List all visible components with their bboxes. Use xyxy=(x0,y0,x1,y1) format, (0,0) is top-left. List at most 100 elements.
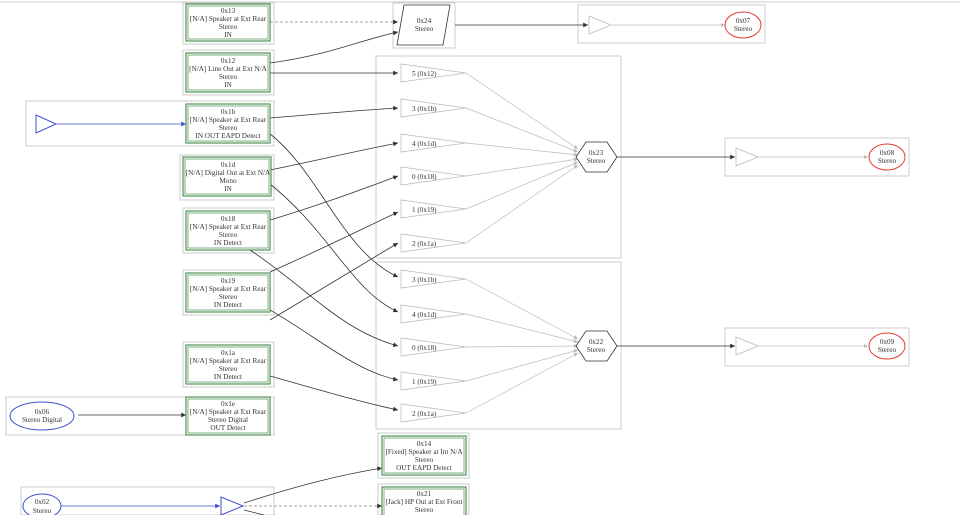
mixer-input-top-0: 5 (0x12) xyxy=(400,63,467,83)
mixer-input-label: 0 (0x18) xyxy=(412,173,437,181)
node-line: IN Detect xyxy=(214,373,242,381)
mixer-input-top-3: 0 (0x18) xyxy=(400,166,467,186)
node-line: Stereo Digital xyxy=(22,416,62,424)
mixer-input-label: 4 (0x1d) xyxy=(412,311,437,319)
amp-triangle-0x08 xyxy=(735,147,760,167)
node-id: 0x1e xyxy=(221,400,235,408)
node-line: Stereo xyxy=(415,456,434,464)
node-id: 0x12 xyxy=(221,57,236,65)
node-id: 0x18 xyxy=(221,215,236,223)
node-id: 0x22 xyxy=(589,338,604,346)
node-line: IN OUT EAPD Detect xyxy=(195,132,260,140)
node-0x06[interactable]: 0x06 Stereo Digital xyxy=(9,401,75,431)
node-line: [N/A] Speaker at Ext Rear xyxy=(190,15,267,23)
amp-triangle-0x09 xyxy=(735,336,760,356)
mixer-input-label: 2 (0x1a) xyxy=(412,240,437,248)
node-line: [N/A] Line Out at Ext N/A xyxy=(189,65,267,73)
node-id: 0x21 xyxy=(417,490,432,498)
mixer-input-bottom-4: 2 (0x1a) xyxy=(400,403,467,423)
node-id: 0x08 xyxy=(880,149,895,157)
mixer-input-bottom-2: 0 (0x18) xyxy=(400,337,467,357)
node-line: Stereo xyxy=(415,25,434,33)
node-line: Stereo xyxy=(878,346,897,354)
node-line: Stereo xyxy=(33,507,52,515)
node-0x19[interactable]: 0x19 [N/A] Speaker at Ext Rear Stereo IN… xyxy=(185,272,271,313)
node-0x1d[interactable]: 0x1d [N/A] Digital Out at Ext N/A Mono I… xyxy=(182,156,272,197)
node-id: 0x13 xyxy=(221,7,236,15)
node-line: IN xyxy=(224,185,232,193)
mixer-input-bottom-1: 4 (0x1d) xyxy=(400,304,467,324)
node-id: 0x19 xyxy=(221,277,236,285)
mixer-input-label: 4 (0x1d) xyxy=(412,140,437,148)
node-line: Stereo xyxy=(878,157,897,165)
mixer-input-label: 1 (0x19) xyxy=(412,378,437,386)
node-line: Stereo xyxy=(219,231,238,239)
node-id: 0x23 xyxy=(589,149,604,157)
node-line: [N/A] Speaker at Ext Rear xyxy=(190,408,267,416)
node-0x1e[interactable]: 0x1e [N/A] Speaker at Ext Rear Stereo Di… xyxy=(185,396,271,436)
mixer-input-top-2: 4 (0x1d) xyxy=(400,133,467,153)
mixer-input-bottom-3: 1 (0x19) xyxy=(400,371,467,391)
node-line: IN xyxy=(224,31,232,39)
node-id: 0x24 xyxy=(417,17,432,25)
mixer-input-bottom-0: 3 (0x1b) xyxy=(400,269,467,289)
node-line: Stereo xyxy=(219,365,238,373)
node-0x22[interactable]: 0x22 Stereo xyxy=(575,330,618,362)
node-0x1b[interactable]: 0x1b [N/A] Speaker at Ext Rear Stereo IN… xyxy=(185,103,271,144)
node-line: Mono xyxy=(219,177,237,185)
node-line: Stereo xyxy=(219,124,238,132)
node-0x23[interactable]: 0x23 Stereo xyxy=(575,141,618,173)
node-line: Stereo xyxy=(734,25,753,33)
mixer-input-label: 5 (0x12) xyxy=(412,70,437,78)
node-line: OUT Detect xyxy=(210,424,245,432)
mixer-input-label: 2 (0x1a) xyxy=(412,410,437,418)
node-0x21[interactable]: 0x21 [Jack] HP Out at Ext Front Stereo xyxy=(381,486,467,515)
node-line: Stereo xyxy=(219,73,238,81)
node-id: 0x14 xyxy=(417,440,432,448)
node-id: 0x1b xyxy=(221,108,236,116)
amp-triangle-blue-0x1b xyxy=(35,114,58,134)
node-id: 0x06 xyxy=(35,408,50,416)
node-line: Stereo xyxy=(219,293,238,301)
node-id: 0x07 xyxy=(736,17,751,25)
node-0x07[interactable]: 0x07 Stereo xyxy=(724,11,762,39)
node-0x24[interactable]: 0x24 Stereo xyxy=(396,4,451,46)
node-0x08[interactable]: 0x08 Stereo xyxy=(868,143,906,171)
mixer-input-top-4: 1 (0x19) xyxy=(400,199,467,219)
node-0x18[interactable]: 0x18 [N/A] Speaker at Ext Rear Stereo IN… xyxy=(185,210,271,251)
node-line: IN Detect xyxy=(214,239,242,247)
node-line: [N/A] Speaker at Ext Rear xyxy=(190,116,267,124)
mixer-input-top-1: 3 (0x1b) xyxy=(400,98,467,118)
node-line: [N/A] Digital Out at Ext N/A xyxy=(186,169,271,177)
mixer-input-label: 3 (0x1b) xyxy=(412,105,437,113)
node-0x02[interactable]: 0x02 Stereo xyxy=(22,493,62,515)
node-0x13[interactable]: 0x13 [N/A] Speaker at Ext Rear Stereo IN xyxy=(185,3,271,42)
mixer-input-label: 1 (0x19) xyxy=(412,206,437,214)
node-line: IN Detect xyxy=(214,301,242,309)
node-line: [Jack] HP Out at Ext Front xyxy=(386,498,463,506)
node-line: Stereo Digital xyxy=(208,416,248,424)
node-line: [Fixed] Speaker at Int N/A xyxy=(385,448,463,456)
node-0x09[interactable]: 0x09 Stereo xyxy=(868,332,906,360)
node-line: Stereo xyxy=(415,506,434,514)
amp-triangle-top xyxy=(588,15,613,35)
node-0x1a[interactable]: 0x1a [N/A] Speaker at Ext Rear Stereo IN… xyxy=(185,344,271,385)
node-id: 0x09 xyxy=(880,338,895,346)
node-line: OUT EAPD Detect xyxy=(396,464,452,472)
amp-triangle-blue-0x02 xyxy=(220,496,245,515)
node-0x12[interactable]: 0x12 [N/A] Line Out at Ext N/A Stereo IN xyxy=(185,52,271,93)
node-line: [N/A] Speaker at Ext Rear xyxy=(190,357,267,365)
node-id: 0x1d xyxy=(221,161,236,169)
mixer-input-top-5: 2 (0x1a) xyxy=(400,233,467,253)
node-line: Stereo xyxy=(587,346,606,354)
mixer-input-label: 3 (0x1b) xyxy=(412,276,437,284)
codec-graph: 0x13 [N/A] Speaker at Ext Rear Stereo IN… xyxy=(0,1,960,515)
node-id: 0x1a xyxy=(221,349,236,357)
node-line: Stereo xyxy=(219,23,238,31)
node-0x14[interactable]: 0x14 [Fixed] Speaker at Int N/A Stereo O… xyxy=(381,435,467,476)
mixer-input-label: 0 (0x18) xyxy=(412,344,437,352)
node-line: [N/A] Speaker at Ext Rear xyxy=(190,223,267,231)
node-line: IN xyxy=(224,81,232,89)
node-id: 0x02 xyxy=(35,498,50,506)
node-line: [N/A] Speaker at Ext Rear xyxy=(190,285,267,293)
